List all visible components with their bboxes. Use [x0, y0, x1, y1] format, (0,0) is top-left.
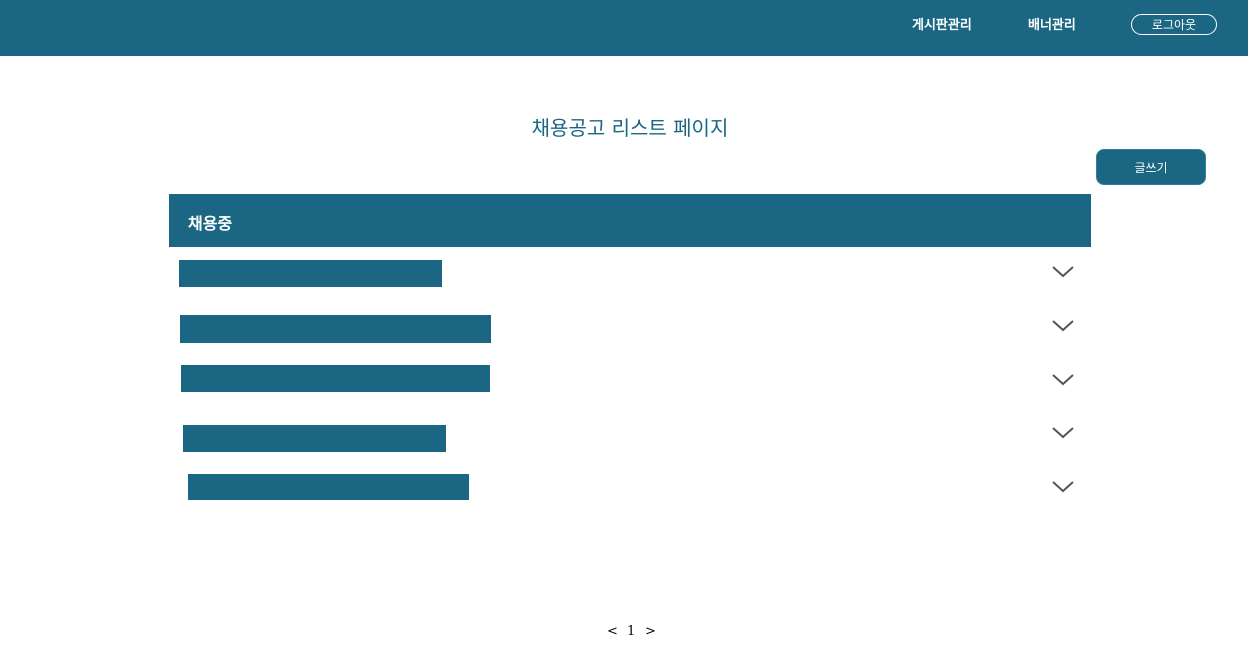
chevron-down-icon[interactable]	[1051, 319, 1075, 333]
chevron-down-icon[interactable]	[1051, 265, 1075, 279]
pagination-next[interactable]: >	[645, 624, 656, 639]
job-posting-item-4[interactable]	[183, 425, 446, 452]
section-header-hiring: 채용중	[169, 194, 1091, 247]
job-posting-item-5[interactable]	[188, 474, 469, 500]
pagination-prev[interactable]: <	[607, 624, 618, 639]
chevron-down-icon[interactable]	[1051, 480, 1075, 494]
job-posting-item-2[interactable]	[180, 315, 491, 343]
job-posting-item-3[interactable]	[181, 365, 490, 392]
chevron-down-icon[interactable]	[1051, 426, 1075, 440]
job-posting-item-1[interactable]	[179, 260, 442, 287]
top-navigation-bar: 게시판관리 배너관리 로그아웃	[0, 0, 1248, 56]
logout-button[interactable]: 로그아웃	[1131, 14, 1217, 35]
pagination: < 1 >	[600, 624, 660, 642]
section-title: 채용중	[188, 214, 233, 233]
chevron-down-icon[interactable]	[1051, 373, 1075, 387]
write-post-button[interactable]: 글쓰기	[1096, 149, 1206, 185]
nav-banner-management[interactable]: 배너관리	[1028, 14, 1076, 33]
page-title: 채용공고 리스트 페이지	[531, 116, 729, 140]
nav-board-management[interactable]: 게시판관리	[912, 14, 972, 33]
pagination-page-1[interactable]: 1	[627, 624, 635, 639]
